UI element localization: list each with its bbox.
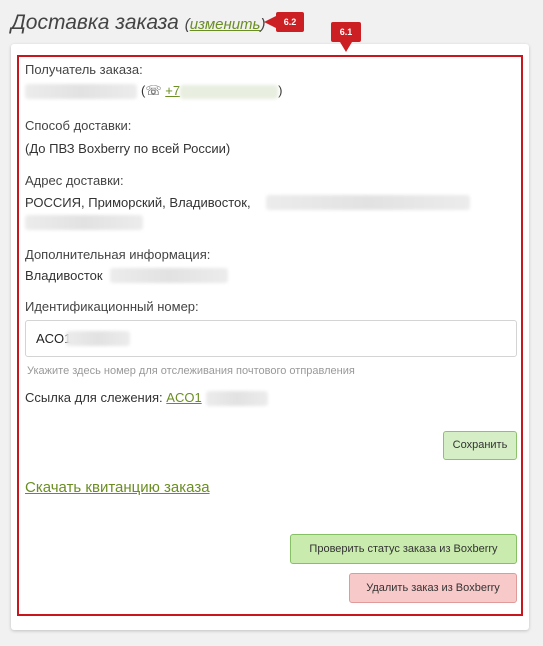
recipient-phone: (☏ +7) [141,83,283,99]
callout-6-2: 6.2 [264,12,304,32]
address-redacted-1 [266,195,470,210]
address-redacted-2 [25,215,143,230]
recipient-name-redacted [25,84,137,99]
tracking-link-redacted [206,391,268,406]
recipient-label: Получатель заказа: [25,62,143,77]
download-receipt-link[interactable]: Скачать квитанцию заказа [25,479,210,496]
extra-info-value: Владивосток [25,268,103,283]
delivery-method-label: Способ доставки: [25,118,132,133]
tracking-link-row: Ссылка для слежения: ACO1 [25,390,202,405]
phone-icon: ☏ [145,83,162,98]
section-title-text: Доставка заказа [11,11,179,34]
delete-order-button[interactable]: Удалить заказ из Boxberry [349,573,517,603]
save-button[interactable]: Сохранить [443,431,517,460]
address-value: РОССИЯ, Приморский, Владивосток, [25,195,251,210]
change-link[interactable]: изменить [190,16,261,33]
tracking-link-label: Ссылка для слежения: [25,390,163,405]
section-title: Доставка заказа (изменить) [11,11,266,34]
check-status-button[interactable]: Проверить статус заказа из Boxberry [290,534,517,564]
tracking-id-hint: Укажите здесь номер для отслеживания поч… [27,365,355,377]
delivery-method-value: (До ПВЗ Boxberry по всей России) [25,141,231,156]
extra-info-label: Дополнительная информация: [25,247,211,262]
phone-link[interactable]: +7 [165,83,279,99]
extra-info-redacted [110,268,228,283]
tracking-link[interactable]: ACO1 [166,390,201,405]
address-label: Адрес доставки: [25,173,124,188]
tracking-id-label: Идентификационный номер: [25,299,199,314]
callout-6-1: 6.1 [331,22,361,52]
phone-number-redacted [180,84,279,99]
tracking-id-redacted [66,331,130,346]
